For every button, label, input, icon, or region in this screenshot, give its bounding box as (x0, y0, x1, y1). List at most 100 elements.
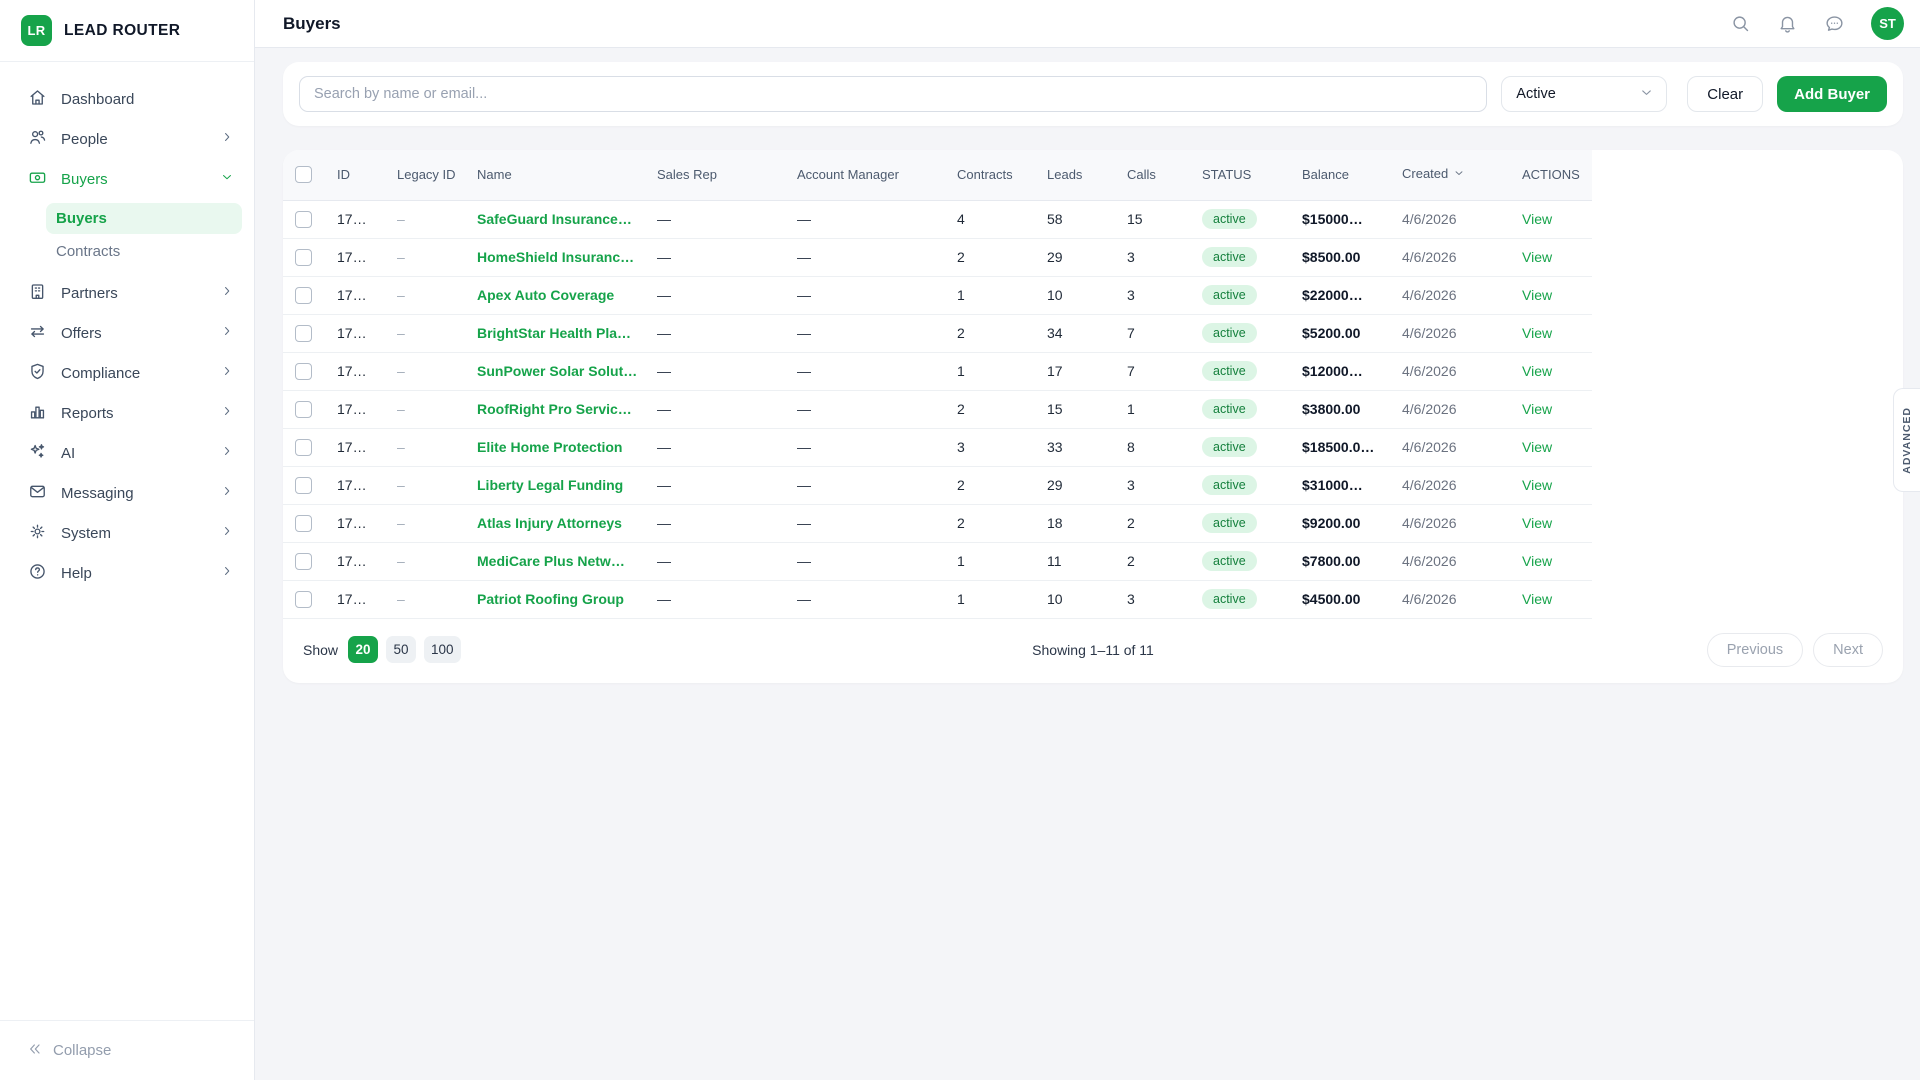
buyer-name-link[interactable]: HomeShield Insuranc… (477, 249, 634, 265)
sidebar-item-dashboard[interactable]: Dashboard (0, 79, 254, 119)
select-all-checkbox[interactable] (295, 166, 312, 183)
previous-button[interactable]: Previous (1707, 633, 1803, 667)
brand-name: LEAD ROUTER (64, 22, 180, 40)
row-checkbox[interactable] (295, 401, 312, 418)
clear-button[interactable]: Clear (1687, 76, 1763, 112)
add-buyer-button[interactable]: Add Buyer (1777, 76, 1887, 112)
buyer-id: 17… (327, 200, 387, 238)
view-link[interactable]: View (1522, 591, 1552, 607)
buyer-name-link[interactable]: BrightStar Health Pla… (477, 325, 631, 341)
buyer-name-link[interactable]: RoofRight Pro Servic… (477, 401, 632, 417)
row-checkbox[interactable] (295, 515, 312, 532)
sidebar-subitem-contracts[interactable]: Contracts (46, 236, 242, 267)
bell-icon[interactable] (1777, 13, 1798, 34)
buyer-sales-rep: — (647, 352, 787, 390)
chevron-right-icon (220, 484, 234, 502)
sidebar-item-partners[interactable]: Partners (0, 273, 254, 313)
column-header-balance: Balance (1292, 150, 1392, 200)
buyer-name-link[interactable]: Atlas Injury Attorneys (477, 515, 622, 531)
buyer-id: 17… (327, 504, 387, 542)
row-checkbox[interactable] (295, 439, 312, 456)
view-link[interactable]: View (1522, 515, 1552, 531)
view-link[interactable]: View (1522, 477, 1552, 493)
buyer-name-link[interactable]: SunPower Solar Solut… (477, 363, 637, 379)
next-button[interactable]: Next (1813, 633, 1883, 667)
chat-icon[interactable] (1824, 13, 1845, 34)
buyer-name-cell: Patriot Roofing Group (467, 580, 647, 618)
view-link[interactable]: View (1522, 249, 1552, 265)
sparkles-icon (28, 442, 47, 465)
table-row: 17…–Patriot Roofing Group——1103active$45… (283, 580, 1592, 618)
view-link[interactable]: View (1522, 211, 1552, 227)
status-badge: active (1202, 589, 1257, 610)
row-checkbox[interactable] (295, 287, 312, 304)
buyer-account-manager: — (787, 314, 947, 352)
row-checkbox[interactable] (295, 211, 312, 228)
status-filter-select[interactable]: Active (1501, 76, 1667, 112)
chevron-right-icon (220, 564, 234, 582)
pagination-bar: Show 20 50 100 Showing 1–11 of 11 Previo… (283, 619, 1903, 683)
view-link[interactable]: View (1522, 363, 1552, 379)
page-size-100[interactable]: 100 (424, 636, 461, 663)
buyer-name-link[interactable]: MediCare Plus Netw… (477, 553, 625, 569)
chevron-right-icon (220, 404, 234, 422)
sidebar-item-reports[interactable]: Reports (0, 393, 254, 433)
buyer-balance: $22000… (1292, 276, 1392, 314)
chevron-right-icon (220, 130, 234, 148)
buyer-name-link[interactable]: Elite Home Protection (477, 439, 622, 455)
status-filter-value: Active (1516, 86, 1556, 102)
sidebar-item-help[interactable]: Help (0, 553, 254, 593)
buyer-id: 17… (327, 542, 387, 580)
buyer-sales-rep: — (647, 238, 787, 276)
buyer-sales-rep: — (647, 466, 787, 504)
sidebar-item-compliance[interactable]: Compliance (0, 353, 254, 393)
buyer-name-link[interactable]: SafeGuard Insurance… (477, 211, 632, 227)
buyer-name-link[interactable]: Liberty Legal Funding (477, 477, 623, 493)
row-checkbox[interactable] (295, 553, 312, 570)
building-icon (28, 282, 47, 305)
sidebar: LR LEAD ROUTER Dashboard People Buyers B… (0, 0, 255, 1080)
buyer-name-link[interactable]: Patriot Roofing Group (477, 591, 624, 607)
buyer-legacy-id: – (387, 276, 467, 314)
buyer-status-cell: active (1192, 200, 1292, 238)
row-checkbox[interactable] (295, 477, 312, 494)
view-link[interactable]: View (1522, 439, 1552, 455)
row-checkbox[interactable] (295, 249, 312, 266)
buyer-sales-rep: — (647, 390, 787, 428)
buyer-balance: $7800.00 (1292, 542, 1392, 580)
sidebar-subitem-buyers[interactable]: Buyers (46, 203, 242, 234)
buyer-actions-cell: View (1512, 390, 1592, 428)
column-header-created[interactable]: Created (1392, 150, 1512, 200)
column-header-status: STATUS (1192, 150, 1292, 200)
row-checkbox[interactable] (295, 325, 312, 342)
buyer-name-cell: Apex Auto Coverage (467, 276, 647, 314)
row-checkbox-cell (283, 542, 327, 580)
search-input[interactable] (299, 76, 1487, 112)
status-badge: active (1202, 285, 1257, 306)
row-checkbox[interactable] (295, 591, 312, 608)
view-link[interactable]: View (1522, 287, 1552, 303)
sidebar-item-messaging[interactable]: Messaging (0, 473, 254, 513)
view-link[interactable]: View (1522, 325, 1552, 341)
page-size-50[interactable]: 50 (386, 636, 416, 663)
sidebar-item-buyers[interactable]: Buyers (0, 159, 254, 199)
avatar[interactable]: ST (1871, 7, 1904, 40)
advanced-drawer-tab[interactable]: ADVANCED (1893, 388, 1920, 492)
buyer-contracts: 2 (947, 390, 1037, 428)
buyer-name-link[interactable]: Apex Auto Coverage (477, 287, 614, 303)
buyer-balance: $3800.00 (1292, 390, 1392, 428)
buyer-legacy-id: – (387, 504, 467, 542)
sidebar-collapse-button[interactable]: Collapse (0, 1020, 254, 1080)
view-link[interactable]: View (1522, 553, 1552, 569)
page-size-20[interactable]: 20 (348, 636, 378, 663)
search-icon[interactable] (1730, 13, 1751, 34)
sidebar-item-people[interactable]: People (0, 119, 254, 159)
buyer-name-cell: Elite Home Protection (467, 428, 647, 466)
sidebar-item-ai[interactable]: AI (0, 433, 254, 473)
buyer-id: 17… (327, 352, 387, 390)
row-checkbox[interactable] (295, 363, 312, 380)
sidebar-item-offers[interactable]: Offers (0, 313, 254, 353)
sidebar-item-system[interactable]: System (0, 513, 254, 553)
view-link[interactable]: View (1522, 401, 1552, 417)
sidebar-item-label: System (61, 525, 111, 542)
